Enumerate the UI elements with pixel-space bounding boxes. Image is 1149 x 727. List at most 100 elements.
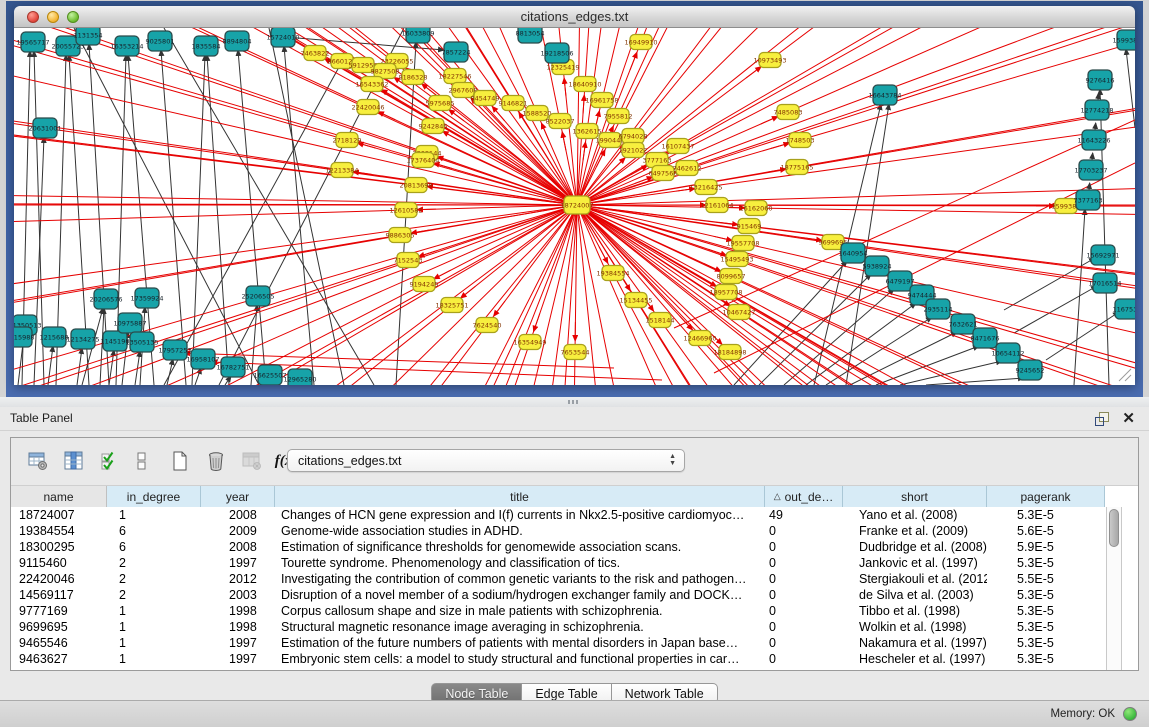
graph-node-label: 1588520 — [523, 109, 552, 117]
cell-pagerank: 5.3E-5 — [987, 651, 1105, 667]
graph-node-label: 17359924 — [130, 294, 163, 302]
cell-pagerank: 5.5E-5 — [987, 571, 1105, 587]
column-header-name[interactable]: name — [11, 486, 107, 507]
graph-node-label: 17957253 — [158, 346, 191, 354]
graph-node-label: 20813698 — [399, 181, 432, 189]
cell-title: Disruption of a novel member of a sodium… — [275, 587, 765, 603]
memory-status-label: Memory: OK — [1050, 708, 1115, 720]
citation-network-graph[interactable]: 1872400774638228660128591295423226055982… — [14, 28, 1135, 385]
graph-node-label: 2967608 — [449, 86, 478, 94]
cell-out_degree: 0 — [765, 539, 843, 555]
table-row[interactable]: 969969511998Structural magnetic resonanc… — [11, 619, 1105, 635]
column-header-in_degree[interactable]: in_degree — [107, 486, 201, 507]
panel-splitter[interactable] — [0, 397, 1149, 407]
import-table-icon[interactable] — [239, 448, 265, 474]
column-header-title[interactable]: title — [275, 486, 765, 507]
graph-node-label: 8099657 — [717, 272, 746, 280]
column-header-year[interactable]: year — [201, 486, 275, 507]
cell-pagerank: 5.3E-5 — [987, 587, 1105, 603]
graph-node-label: 9242845 — [419, 122, 448, 130]
network-window-titlebar[interactable]: citations_edges.txt — [14, 6, 1135, 28]
cell-title: Investigating the contribution of common… — [275, 571, 765, 587]
table-row[interactable]: 1456911722003Disruption of a novel membe… — [11, 587, 1105, 603]
network-canvas[interactable]: 1872400774638228660128591295423226055982… — [14, 28, 1135, 385]
graph-node-label: 12965280 — [283, 375, 316, 383]
graph-node-label: 18775165 — [780, 163, 813, 171]
graph-node-label: 17376404 — [406, 156, 439, 164]
column-header-short[interactable]: short — [843, 486, 987, 507]
delete-table-icon[interactable] — [203, 448, 229, 474]
graph-node-label: 2935114 — [924, 305, 953, 313]
cell-short: Tibbo et al. (1998) — [843, 603, 987, 619]
graph-node-label: 15134455 — [619, 296, 652, 304]
graph-node-label: 12466960 — [683, 334, 716, 342]
splitter-grip-icon[interactable] — [568, 400, 578, 404]
graph-edge — [109, 350, 114, 385]
vertical-scrollbar[interactable] — [1106, 507, 1122, 670]
graph-node-label: 19557708 — [726, 239, 759, 247]
table-row[interactable]: 1938455462009Genome-wide association stu… — [11, 523, 1105, 539]
table-row[interactable]: 946362711997Embryonic stem cells: a mode… — [11, 651, 1105, 667]
graph-node-label: 11643226 — [1077, 136, 1110, 144]
table-row[interactable]: 911546021997Tourette syndrome. Phenomeno… — [11, 555, 1105, 571]
select-all-rows-icon[interactable] — [97, 448, 123, 474]
graph-node-label: 7857224 — [442, 48, 471, 56]
graph-node-label: 20631001 — [28, 124, 61, 132]
graph-node-label: 16949910 — [624, 38, 657, 46]
graph-edge — [1126, 49, 1135, 128]
cell-name: 9463627 — [11, 651, 107, 667]
graph-node-label: 22420046 — [351, 103, 384, 111]
create-table-icon[interactable] — [167, 448, 193, 474]
table-selector-dropdown[interactable]: citations_edges.txt ▲▼ — [287, 449, 685, 472]
graph-node-label: 25206505 — [241, 292, 274, 300]
memory-ok-indicator[interactable] — [1123, 707, 1137, 721]
graph-node-label: 10973493 — [753, 56, 786, 64]
cell-out_degree: 0 — [765, 523, 843, 539]
table-row[interactable]: 977716911998Corpus callosum shape and si… — [11, 603, 1105, 619]
graph-node-label: 1167533 — [1113, 305, 1135, 313]
graph-node-label: 7632621 — [949, 320, 978, 328]
float-panel-icon[interactable] — [1095, 412, 1109, 425]
graph-edge — [926, 378, 1024, 385]
cell-out_degree: 0 — [765, 651, 843, 667]
table-body: 1872400712008Changes of HCN gene express… — [11, 507, 1105, 667]
dropdown-arrows-icon: ▲▼ — [669, 453, 676, 467]
deselect-rows-icon[interactable] — [129, 448, 155, 474]
graph-node-label: 9474444 — [908, 291, 937, 299]
graph-edge-arrow — [534, 314, 540, 332]
graph-edge — [734, 261, 847, 385]
column-header-out_degree[interactable]: △out_de… — [765, 486, 843, 507]
graph-node-label: 1640954 — [839, 249, 868, 257]
table-settings-icon[interactable] — [25, 448, 51, 474]
graph-node-label: 9025801 — [146, 37, 175, 45]
cell-title: Estimation of the future numbers of pati… — [275, 635, 765, 651]
close-panel-icon[interactable]: ✕ — [1122, 409, 1135, 427]
table-row[interactable]: 1872400712008Changes of HCN gene express… — [11, 507, 1105, 523]
cell-name: 9465546 — [11, 635, 107, 651]
graph-node-label: 3915988 — [14, 333, 34, 341]
graph-edge — [164, 58, 344, 385]
scrollbar-thumb[interactable] — [1109, 509, 1119, 547]
graph-node-label: 7152543 — [394, 256, 423, 264]
cell-out_degree: 0 — [765, 635, 843, 651]
cell-short: Wolkin et al. (1998) — [843, 619, 987, 635]
graph-node-label: 17703237 — [1074, 166, 1107, 174]
column-header-pagerank[interactable]: pagerank — [987, 486, 1105, 507]
cell-in_degree: 1 — [107, 507, 201, 523]
select-column-icon[interactable] — [61, 448, 87, 474]
graph-node-label: 15993801 — [1112, 36, 1135, 44]
table-container: f(x) citations_edges.txt ▲▼ namein_degre… — [10, 437, 1139, 671]
table-row[interactable]: 946554611997Estimation of the future num… — [11, 635, 1105, 651]
cell-short: Jankovic et al. (1997) — [843, 555, 987, 571]
graph-edge-arrow — [583, 95, 584, 114]
graph-node-label: 7463822 — [301, 49, 330, 57]
table-row[interactable]: 2242004622012Investigating the contribut… — [11, 571, 1105, 587]
graph-node-label: 15495493 — [720, 255, 753, 263]
graph-node-label: 12774218 — [1080, 106, 1113, 114]
cell-in_degree: 1 — [107, 651, 201, 667]
graph-node-label: 7462612 — [673, 164, 702, 172]
graph-node-label: 8186328 — [399, 73, 428, 81]
graph-node-label: 18227546 — [438, 72, 471, 80]
cell-name: 18724007 — [11, 507, 107, 523]
table-row[interactable]: 1830029562008Estimation of significance … — [11, 539, 1105, 555]
